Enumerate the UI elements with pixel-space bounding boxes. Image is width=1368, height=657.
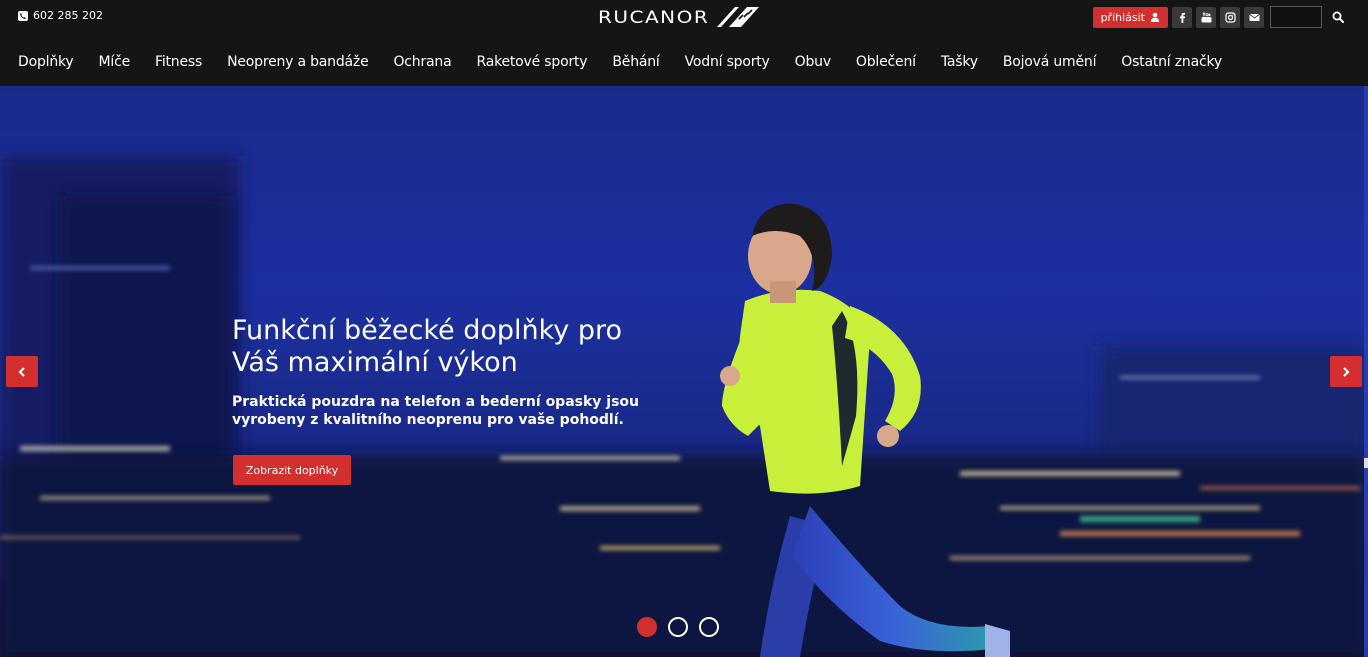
carousel-dot-1[interactable] [637, 617, 657, 637]
nav-item-doplnky[interactable]: Doplňky [18, 54, 74, 70]
chevron-left-icon [18, 366, 25, 377]
scrollbar-track[interactable] [1364, 86, 1368, 657]
youtube-button[interactable] [1196, 6, 1216, 28]
nav-item-bojova-umeni[interactable]: Bojová umění [1003, 54, 1097, 70]
scrollbar-thumb[interactable] [1364, 458, 1368, 468]
search-icon [1332, 11, 1344, 23]
facebook-button[interactable] [1172, 6, 1192, 28]
nav-item-ochrana[interactable]: Ochrana [393, 54, 451, 70]
user-icon [1150, 12, 1160, 22]
carousel-dot-3[interactable] [699, 617, 719, 637]
logo-mark-icon [717, 7, 760, 27]
hero-title: Funkční běžecké doplňky pro Váš maximáln… [232, 315, 623, 378]
nav-item-fitness[interactable]: Fitness [155, 54, 202, 70]
phone-contact[interactable]: 602 285 202 [18, 9, 103, 22]
instagram-button[interactable] [1220, 6, 1240, 28]
rucanor-logo[interactable]: RUCANOR [598, 5, 761, 29]
envelope-icon [1249, 13, 1259, 21]
facebook-icon [1179, 12, 1185, 23]
show-accessories-button[interactable]: Zobrazit doplňky [233, 455, 351, 485]
search-input[interactable] [1270, 6, 1322, 28]
nav-item-ostatni-znacky[interactable]: Ostatní značky [1121, 54, 1222, 70]
login-button[interactable]: přihlásit [1092, 6, 1168, 28]
chevron-right-icon [1343, 366, 1350, 377]
hero-subtitle: Praktická pouzdra na telefon a bederní o… [232, 394, 640, 428]
logo-text: RUCANOR [598, 6, 710, 28]
phone-number: 602 285 202 [33, 9, 103, 22]
nav-item-neopreny[interactable]: Neopreny a bandáže [227, 54, 369, 70]
carousel-indicators [637, 617, 719, 637]
nav-item-behani[interactable]: Běhání [612, 54, 659, 70]
nav-item-raketove-sporty[interactable]: Raketové sporty [476, 54, 587, 70]
email-button[interactable] [1244, 6, 1264, 28]
youtube-icon [1201, 11, 1211, 22]
carousel-next-button[interactable] [1330, 356, 1362, 387]
nav-item-obleceni[interactable]: Oblečení [856, 54, 916, 70]
hero-carousel: Funkční běžecké doplňky pro Váš maximáln… [0, 86, 1368, 657]
main-navigation: Doplňky Míče Fitness Neopreny a bandáže … [0, 37, 1368, 86]
instagram-icon [1224, 11, 1236, 23]
nav-item-tasky[interactable]: Tašky [941, 54, 978, 70]
search-button[interactable] [1328, 7, 1348, 28]
nav-item-mice[interactable]: Míče [99, 54, 131, 70]
carousel-dot-2[interactable] [668, 617, 688, 637]
carousel-prev-button[interactable] [6, 356, 38, 387]
top-bar: 602 285 202 RUCANOR přihlásit [0, 0, 1368, 37]
header-tools: přihlásit [1092, 6, 1348, 28]
phone-icon [18, 10, 28, 21]
hero-background-image [0, 156, 1368, 657]
nav-item-obuv[interactable]: Obuv [795, 54, 831, 70]
login-label: přihlásit [1100, 10, 1145, 24]
nav-item-vodni-sporty[interactable]: Vodní sporty [685, 54, 770, 70]
